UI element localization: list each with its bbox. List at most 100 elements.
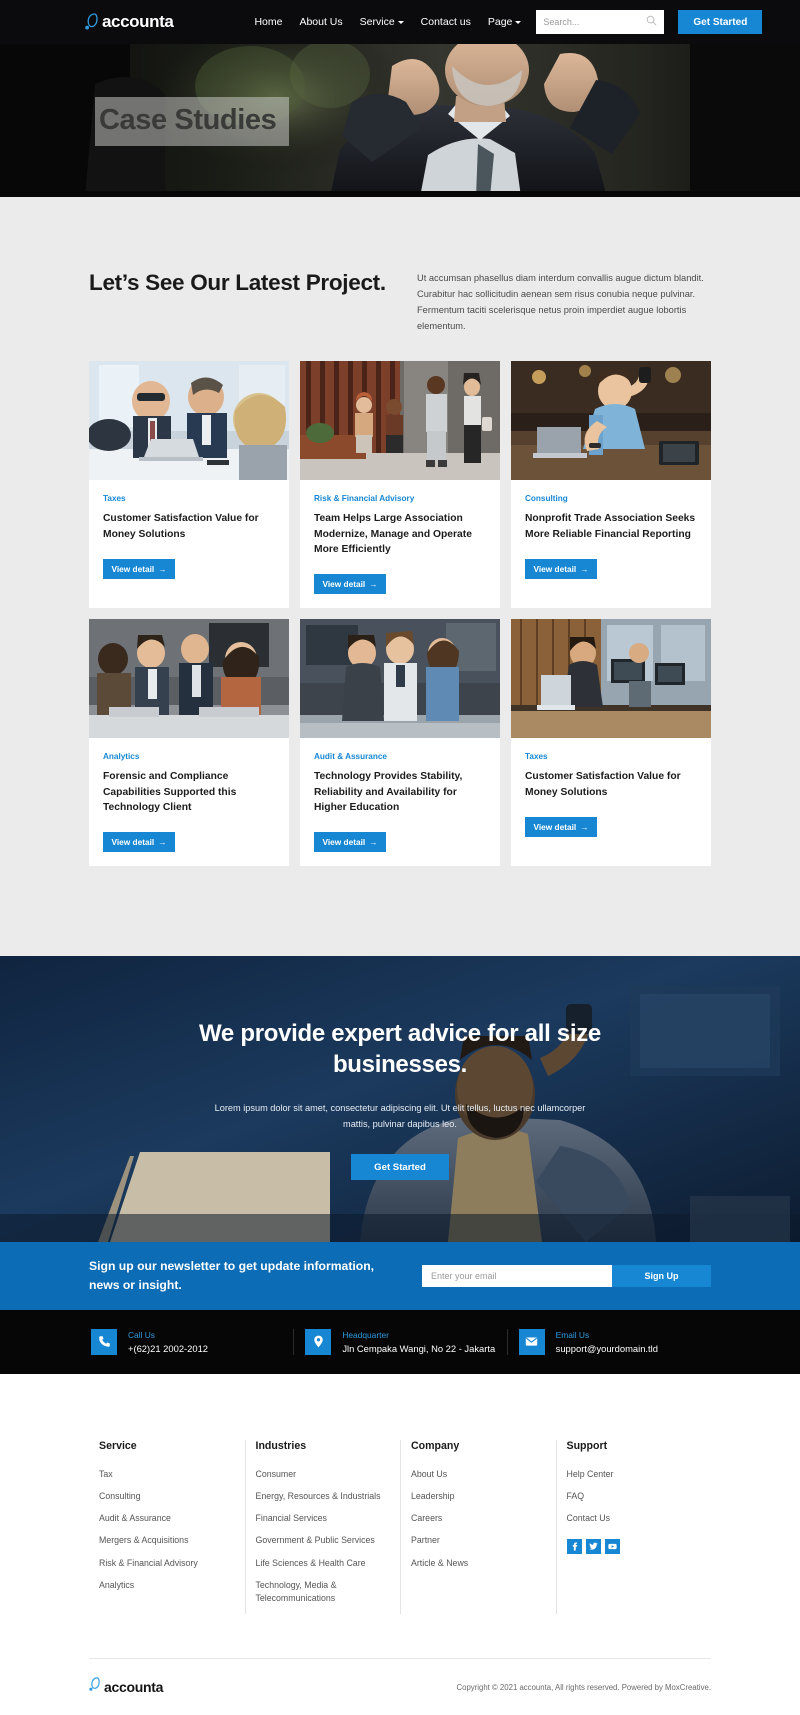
- case-study-grid: Taxes Customer Satisfaction Value for Mo…: [89, 360, 711, 866]
- newsletter-bar: Sign up our newsletter to get update inf…: [0, 1241, 800, 1310]
- nav-item-contact-us[interactable]: Contact us: [421, 16, 471, 28]
- footer-link[interactable]: Audit & Assurance: [99, 1512, 245, 1525]
- card-thumbnail: [300, 360, 500, 480]
- nav-label: Page: [487, 16, 513, 28]
- nav-label: Home: [254, 16, 283, 28]
- card-thumbnail: [511, 618, 711, 738]
- card-title: Technology Provides Stability, Reliabili…: [314, 770, 463, 814]
- card-title: Customer Satisfaction Value for Money So…: [525, 770, 681, 798]
- view-detail-label: View detail: [322, 836, 366, 847]
- search-icon[interactable]: [646, 13, 657, 31]
- footer-column-company: Company About Us Leadership Careers Part…: [400, 1439, 556, 1615]
- social-links: [566, 1539, 712, 1555]
- footer-link[interactable]: Financial Services: [256, 1512, 401, 1525]
- chevron-down-icon: [397, 21, 404, 24]
- footer-link[interactable]: Consumer: [256, 1468, 401, 1481]
- arrow-right-icon: →: [369, 578, 378, 589]
- footer-link[interactable]: Government & Public Services: [256, 1534, 401, 1547]
- footer-column-title: Support: [566, 1439, 608, 1452]
- nav-label: About Us: [299, 16, 343, 28]
- nav-label: Contact us: [420, 16, 471, 28]
- main-menu: Home About Us Service Contact us Page: [254, 16, 522, 28]
- cta-heading: We provide expert advice for all size bu…: [199, 1019, 601, 1079]
- nav-item-service[interactable]: Service: [360, 16, 404, 28]
- card-title: Customer Satisfaction Value for Money So…: [103, 512, 259, 540]
- accounta-logo-icon: [89, 1677, 101, 1697]
- card-category: Taxes: [103, 493, 126, 503]
- youtube-icon[interactable]: [604, 1539, 620, 1555]
- footer-link[interactable]: Life Sciences & Health Care: [256, 1557, 401, 1570]
- cta-get-started-button[interactable]: Get Started: [351, 1154, 449, 1181]
- hero-title-plate: Case Studies: [95, 97, 290, 146]
- case-study-card[interactable]: Taxes Customer Satisfaction Value for Mo…: [511, 618, 711, 866]
- view-detail-button[interactable]: View detail →: [314, 831, 386, 852]
- card-thumbnail: [300, 618, 500, 738]
- footer-link[interactable]: Help Center: [567, 1468, 712, 1481]
- top-navigation-bar: accounta Home About Us Service Contact u…: [0, 0, 800, 44]
- contact-call-us[interactable]: Call Us +(62)21 2002-2012: [80, 1328, 293, 1355]
- contact-value: support@yourdomain.tld: [555, 1342, 658, 1354]
- footer-link[interactable]: Tax: [99, 1468, 245, 1481]
- arrow-right-icon: →: [158, 836, 167, 847]
- footer-logo-wordmark: accounta: [104, 1679, 164, 1696]
- footer-column-industries: Industries Consumer Energy, Resources & …: [244, 1439, 401, 1615]
- footer-link[interactable]: Technology, Media & Telecommunications: [256, 1579, 401, 1605]
- footer-link[interactable]: Leadership: [411, 1490, 556, 1503]
- card-category: Consulting: [525, 493, 568, 503]
- view-detail-button[interactable]: View detail →: [103, 831, 175, 852]
- twitter-icon[interactable]: [585, 1539, 601, 1555]
- card-category: Taxes: [525, 751, 548, 761]
- footer-link[interactable]: Mergers & Acquisitions: [99, 1534, 245, 1547]
- get-started-button[interactable]: Get Started: [678, 10, 763, 34]
- card-title: Nonprofit Trade Association Seeks More R…: [525, 512, 696, 540]
- footer-link[interactable]: Careers: [411, 1512, 556, 1525]
- view-detail-label: View detail: [322, 578, 366, 589]
- accounta-logo-icon: [85, 13, 99, 31]
- nav-item-page[interactable]: Page: [488, 16, 522, 28]
- case-study-card[interactable]: Risk & Financial Advisory Team Helps Lar…: [300, 360, 500, 608]
- nav-item-about-us[interactable]: About Us: [299, 16, 342, 28]
- map-pin-icon: [305, 1328, 332, 1355]
- contact-headquarter[interactable]: Headquarter Jln Cempaka Wangi, No 22 - J…: [293, 1328, 506, 1355]
- projects-description: Ut accumsan phasellus diam interdum conv…: [417, 273, 704, 331]
- view-detail-button[interactable]: View detail →: [525, 816, 597, 837]
- view-detail-button[interactable]: View detail →: [525, 558, 597, 579]
- view-detail-button[interactable]: View detail →: [314, 573, 386, 594]
- view-detail-button[interactable]: View detail →: [103, 558, 175, 579]
- copyright-text: Copyright © 2021 accounta, All rights re…: [456, 1682, 711, 1692]
- site-logo[interactable]: accounta: [85, 12, 174, 32]
- footer-link[interactable]: Partner: [411, 1534, 556, 1547]
- footer-link[interactable]: Risk & Financial Advisory: [99, 1557, 245, 1570]
- newsletter-email-input[interactable]: [422, 1264, 612, 1287]
- case-study-card[interactable]: Taxes Customer Satisfaction Value for Mo…: [89, 360, 289, 608]
- card-title: Team Helps Large Association Modernize, …: [314, 512, 472, 556]
- contact-email-us[interactable]: Email Us support@yourdomain.tld: [506, 1328, 720, 1355]
- chevron-down-icon: [515, 21, 522, 24]
- footer-link[interactable]: Consulting: [99, 1490, 245, 1503]
- nav-item-home[interactable]: Home: [254, 16, 282, 28]
- contact-label: Email Us: [555, 1329, 590, 1340]
- contact-label: Call Us: [128, 1329, 155, 1340]
- case-study-card[interactable]: Consulting Nonprofit Trade Association S…: [511, 360, 711, 608]
- footer-column-title: Company: [411, 1439, 460, 1452]
- footer-column-support: Support Help Center FAQ Contact Us: [555, 1439, 712, 1615]
- facebook-icon[interactable]: [566, 1539, 582, 1555]
- search-input[interactable]: [543, 17, 647, 27]
- newsletter-signup-button[interactable]: Sign Up: [612, 1264, 711, 1287]
- footer-link[interactable]: About Us: [411, 1468, 556, 1481]
- contact-info-strip: Call Us +(62)21 2002-2012 Headquarter Jl…: [0, 1309, 800, 1374]
- hero-banner: Case Studies: [0, 44, 800, 197]
- footer-link[interactable]: Energy, Resources & Industrials: [256, 1490, 401, 1503]
- case-study-card[interactable]: Analytics Forensic and Compliance Capabi…: [89, 618, 289, 866]
- cta-description: Lorem ipsum dolor sit amet, consectetur …: [214, 1102, 586, 1129]
- footer-link[interactable]: Article & News: [411, 1557, 556, 1570]
- footer-link[interactable]: Contact Us: [567, 1512, 712, 1525]
- footer-link[interactable]: Analytics: [99, 1579, 245, 1592]
- cta-banner: We provide expert advice for all size bu…: [0, 955, 800, 1242]
- search-box[interactable]: [536, 10, 665, 34]
- footer-link[interactable]: FAQ: [567, 1490, 712, 1503]
- card-category: Analytics: [103, 751, 140, 761]
- footer-logo[interactable]: accounta: [89, 1677, 163, 1697]
- case-study-card[interactable]: Audit & Assurance Technology Provides St…: [300, 618, 500, 866]
- projects-header: Let’s See Our Latest Project. Ut accumsa…: [89, 267, 711, 335]
